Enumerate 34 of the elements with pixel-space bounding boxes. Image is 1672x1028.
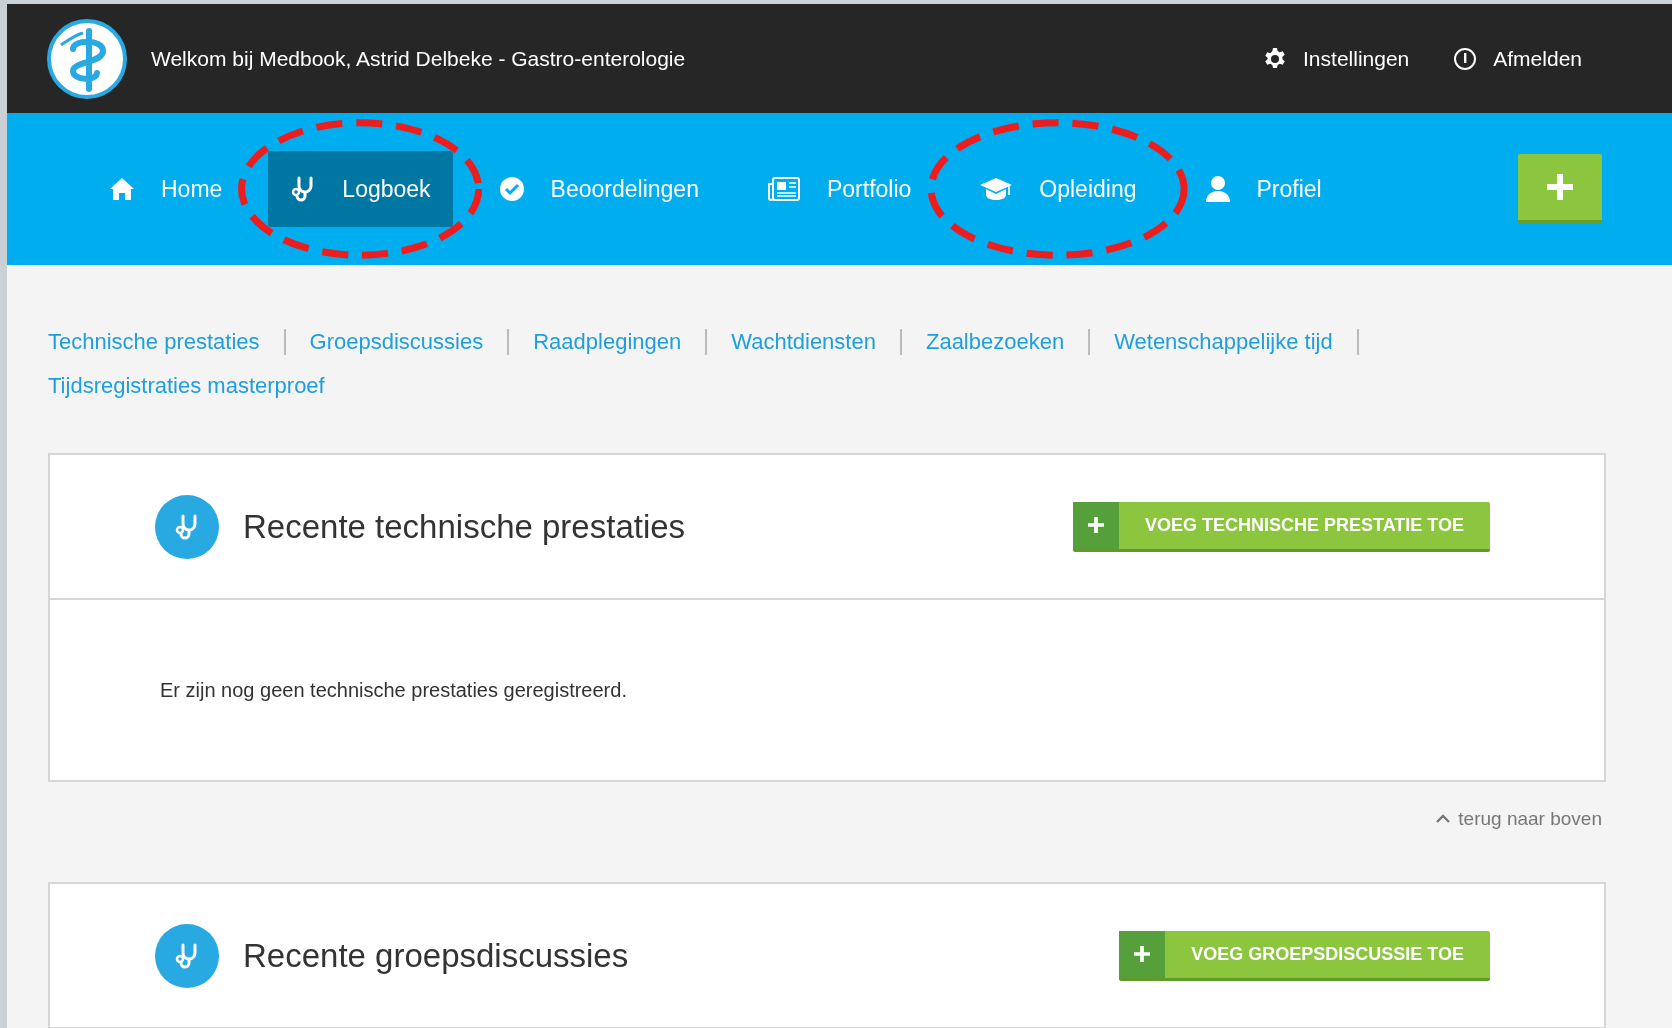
section-link[interactable]: Technische prestaties — [48, 329, 286, 355]
check-circle-icon — [498, 176, 525, 202]
power-icon — [1453, 46, 1478, 71]
add-entry-button[interactable]: VOEG GROEPSDISCUSSIE TOE — [1119, 930, 1490, 981]
section-link[interactable]: Wetenschappelijke tijd — [1114, 329, 1359, 355]
home-icon — [109, 176, 135, 202]
section-link[interactable]: Wachtdiensten — [731, 329, 902, 355]
nav-tab[interactable]: Home — [87, 151, 245, 227]
plus-icon — [1547, 174, 1573, 200]
section-link[interactable]: Tijdsregistraties masterproef — [48, 373, 349, 399]
plus-icon — [1087, 517, 1104, 533]
graduation-cap-icon — [979, 176, 1014, 202]
add-button[interactable] — [1518, 154, 1602, 224]
nav-tab[interactable]: Logboek — [268, 151, 453, 227]
nav-tab[interactable]: Portfolio — [744, 151, 934, 227]
section-link[interactable]: Raadplegingen — [533, 329, 708, 355]
settings-icon — [1263, 46, 1288, 71]
section-link[interactable]: Groepsdiscussies — [309, 329, 510, 355]
logo-icon — [47, 18, 127, 99]
plus-icon — [1134, 946, 1151, 962]
nav-tab[interactable]: Profiel — [1182, 151, 1344, 227]
section-link[interactable]: Zaalbezoeken — [925, 329, 1091, 355]
newspaper-icon — [766, 176, 801, 202]
add-entry-button[interactable]: VOEG TECHNISCHE PRESTATIE TOE — [1072, 501, 1490, 552]
logout-link[interactable]: Afmelden — [1453, 46, 1582, 71]
section-title: Recente groepsdiscussies — [243, 936, 630, 975]
section-title: Recente technische prestaties — [243, 507, 687, 546]
back-to-top-link[interactable]: terug naar boven — [1436, 808, 1602, 830]
settings-link[interactable]: Instellingen — [1263, 46, 1410, 71]
empty-message: Er zijn nog geen technische prestaties geregistreerd. — [160, 678, 627, 702]
chevron-up-icon — [1436, 814, 1451, 824]
person-icon — [1204, 175, 1231, 203]
welcome-text: Welkom bij Medbook, Astrid Delbeke - Gastro-enterologie — [151, 46, 687, 71]
nav-tab[interactable]: Beoordelingen — [476, 151, 721, 227]
